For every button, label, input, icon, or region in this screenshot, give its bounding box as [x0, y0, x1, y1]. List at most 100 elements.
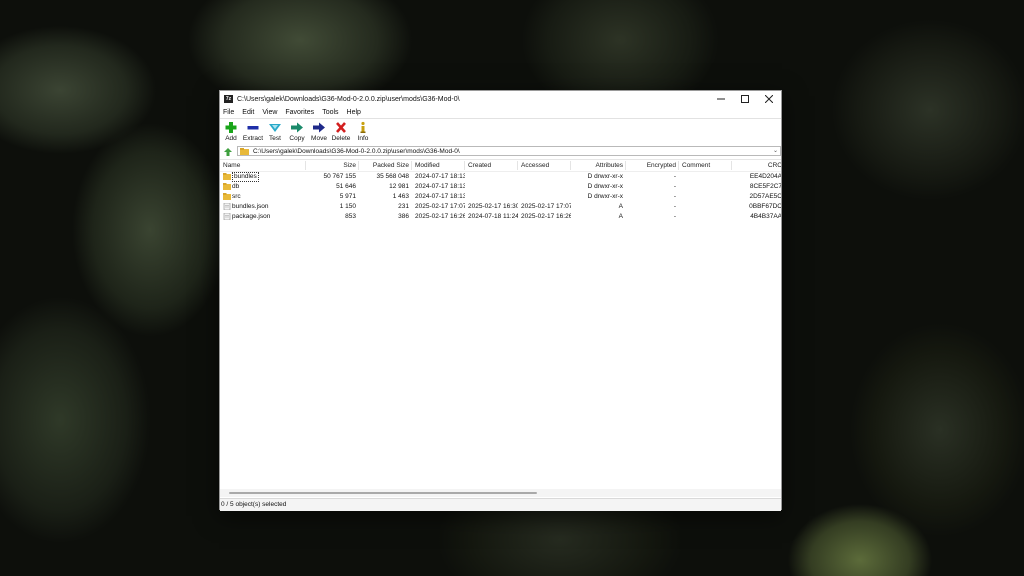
column-header-row: Name Size Packed Size Modified Created A… [220, 160, 781, 172]
file-list[interactable]: Name Size Packed Size Modified Created A… [220, 159, 781, 491]
move-button[interactable]: Move [308, 119, 330, 144]
test-button[interactable]: Test [264, 119, 286, 144]
file-icon [223, 213, 231, 220]
file-icon [223, 203, 231, 210]
column-attributes[interactable]: Attributes [571, 160, 623, 171]
scrollbar-thumb[interactable] [229, 492, 537, 494]
test-label: Test [269, 135, 281, 142]
move-arrow-icon [313, 122, 325, 133]
plus-icon [225, 122, 237, 133]
file-size: 51 646 [336, 183, 356, 190]
extract-button[interactable]: Extract [242, 119, 264, 144]
file-size: 1 150 [339, 203, 356, 210]
close-button[interactable] [757, 91, 781, 107]
file-packed-size: 1 463 [392, 193, 409, 200]
status-bar: 0 / 5 object(s) selected [220, 498, 781, 511]
menu-view[interactable]: View [258, 109, 281, 116]
file-name: db [232, 183, 240, 190]
folder-icon [223, 183, 231, 190]
file-modified: 2024-07-17 18:13 [415, 183, 465, 190]
column-modified[interactable]: Modified [415, 160, 465, 171]
file-crc: 0BBF67DC [749, 203, 781, 210]
column-created[interactable]: Created [468, 160, 518, 171]
folder-icon [223, 193, 231, 200]
file-accessed: 2025-02-17 17:07 [521, 203, 571, 210]
up-arrow-icon [224, 147, 232, 156]
file-crc: 4B4B37AA [750, 213, 781, 220]
file-comment [682, 182, 732, 192]
title-bar[interactable]: 7z C:\Users\galek\Downloads\G36-Mod-0-2.… [220, 91, 781, 107]
chevron-down-icon[interactable]: ⌄ [773, 147, 778, 156]
file-name: bundles [232, 172, 259, 182]
menu-tools[interactable]: Tools [318, 109, 342, 116]
menu-help[interactable]: Help [343, 109, 365, 116]
file-packed-size: 386 [398, 213, 409, 220]
delete-x-icon [336, 122, 346, 133]
folder-icon [223, 173, 231, 180]
file-crc: 8CE5F2C7 [749, 183, 781, 190]
column-crc[interactable]: CRC [732, 160, 781, 171]
column-comment[interactable]: Comment [682, 160, 732, 171]
file-size: 853 [345, 213, 356, 220]
file-attributes: D drwxr-xr-x [587, 183, 623, 190]
copy-label: Copy [289, 135, 305, 142]
file-attributes: D drwxr-xr-x [587, 173, 623, 180]
file-size: 5 971 [339, 193, 356, 200]
check-icon [269, 124, 281, 132]
file-comment [682, 192, 732, 202]
menu-file[interactable]: File [220, 109, 238, 116]
file-accessed [521, 182, 571, 192]
archive-window: 7z C:\Users\galek\Downloads\G36-Mod-0-2.… [219, 90, 782, 511]
file-created [468, 172, 518, 182]
table-row[interactable]: package.json 853 386 2025-02-17 16:26 20… [220, 212, 781, 222]
file-accessed [521, 192, 571, 202]
table-row[interactable]: bundles 50 767 155 35 568 048 2024-07-17… [220, 172, 781, 182]
menu-bar: File Edit View Favorites Tools Help [220, 107, 781, 118]
maximize-icon [741, 95, 749, 103]
file-comment [682, 172, 732, 182]
file-comment [682, 202, 732, 212]
close-icon [765, 95, 773, 103]
7zip-app-icon: 7z [224, 95, 233, 103]
menu-favorites[interactable]: Favorites [281, 109, 318, 116]
file-packed-size: 231 [398, 203, 409, 210]
folder-icon [240, 147, 249, 155]
up-folder-button[interactable] [222, 146, 234, 158]
menu-edit[interactable]: Edit [238, 109, 258, 116]
add-label: Add [225, 135, 237, 142]
file-attributes: A [618, 203, 623, 210]
file-name: src [232, 193, 241, 200]
delete-label: Delete [331, 135, 351, 142]
info-label: Info [357, 135, 369, 142]
selection-status: 0 / 5 object(s) selected [221, 501, 287, 508]
file-size: 50 767 155 [323, 173, 356, 180]
file-comment [682, 212, 732, 222]
file-attributes: D drwxr-xr-x [587, 193, 623, 200]
info-button[interactable]: Info [352, 119, 374, 144]
horizontal-scrollbar[interactable] [220, 489, 781, 497]
column-packed-size[interactable]: Packed Size [359, 160, 409, 171]
copy-button[interactable]: Copy [286, 119, 308, 144]
column-accessed[interactable]: Accessed [521, 160, 571, 171]
file-created [468, 192, 518, 202]
column-name[interactable]: Name [223, 160, 283, 171]
file-packed-size: 12 981 [389, 183, 409, 190]
extract-label: Extract [242, 135, 264, 142]
minimize-button[interactable] [709, 91, 733, 107]
delete-button[interactable]: Delete [330, 119, 352, 144]
file-accessed: 2025-02-17 16:26 [521, 213, 571, 220]
maximize-button[interactable] [733, 91, 757, 107]
window-title: C:\Users\galek\Downloads\G36-Mod-0-2.0.0… [237, 95, 460, 103]
table-row[interactable]: db 51 646 12 981 2024-07-17 18:13 D drwx… [220, 182, 781, 192]
address-input[interactable]: C:\Users\galek\Downloads\G36-Mod-0-2.0.0… [237, 146, 781, 156]
column-size[interactable]: Size [306, 160, 356, 171]
table-row[interactable]: bundles.json 1 150 231 2025-02-17 17:07 … [220, 202, 781, 212]
file-created [468, 182, 518, 192]
minus-icon [247, 126, 259, 130]
file-name: package.json [232, 213, 271, 220]
table-row[interactable]: src 5 971 1 463 2024-07-17 18:13 D drwxr… [220, 192, 781, 202]
add-button[interactable]: Add [220, 119, 242, 144]
column-encrypted[interactable]: Encrypted [626, 160, 676, 171]
address-path: C:\Users\galek\Downloads\G36-Mod-0-2.0.0… [253, 147, 460, 155]
file-packed-size: 35 568 048 [376, 173, 409, 180]
